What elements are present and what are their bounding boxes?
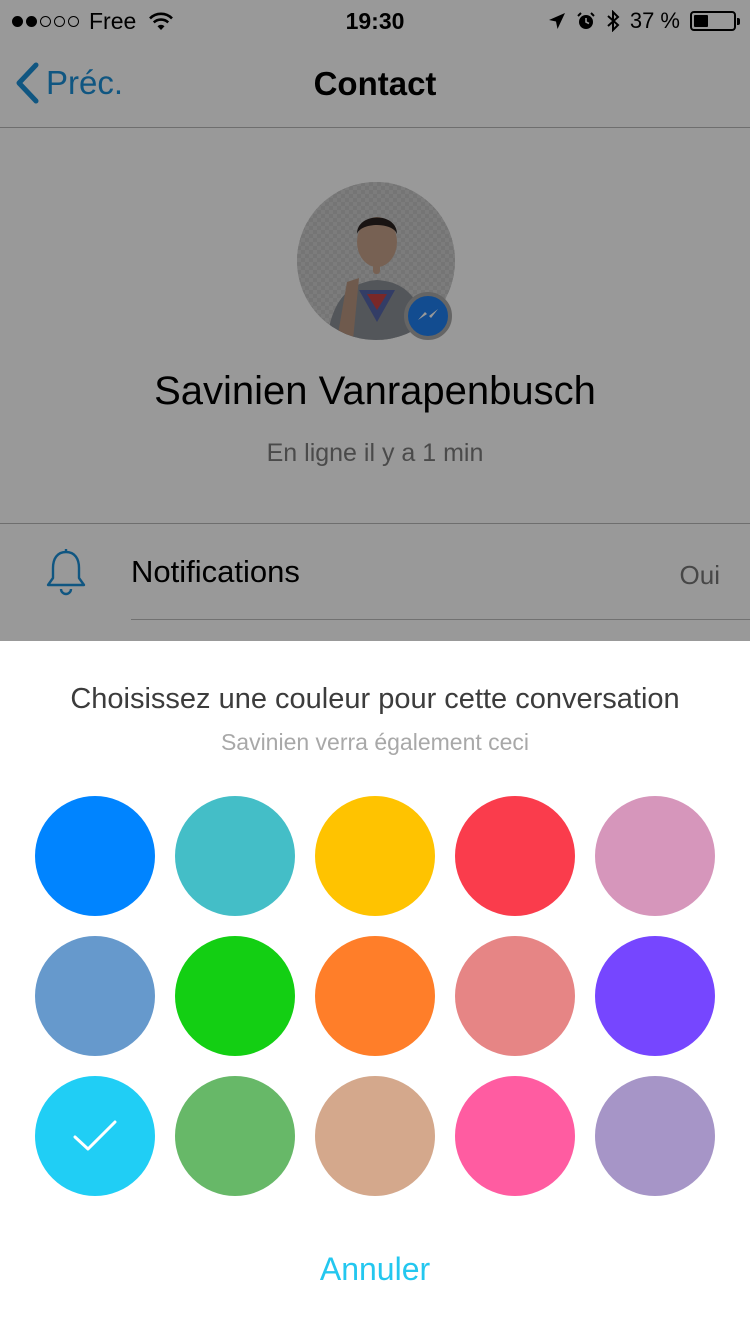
color-picker-sheet: Choisissez une couleur pour cette conver… xyxy=(0,641,750,1334)
color-swatch[interactable] xyxy=(595,936,715,1056)
cancel-button[interactable]: Annuler xyxy=(0,1251,750,1288)
sheet-title: Choisissez une couleur pour cette conver… xyxy=(70,683,680,715)
dim-overlay[interactable] xyxy=(0,0,750,641)
color-swatch[interactable] xyxy=(455,1076,575,1196)
color-swatch[interactable] xyxy=(455,936,575,1056)
color-swatch[interactable] xyxy=(595,796,715,916)
color-swatch[interactable] xyxy=(35,796,155,916)
sheet-subtitle: Savinien verra également ceci xyxy=(220,729,530,755)
color-swatch[interactable] xyxy=(35,936,155,1056)
checkmark-icon xyxy=(73,1120,117,1151)
color-swatch[interactable] xyxy=(315,1076,435,1196)
color-swatch[interactable] xyxy=(455,796,575,916)
color-swatch-grid xyxy=(35,796,715,1196)
color-swatch[interactable] xyxy=(175,1076,295,1196)
color-swatch[interactable] xyxy=(595,1076,715,1196)
color-swatch[interactable] xyxy=(315,936,435,1056)
color-swatch[interactable] xyxy=(175,936,295,1056)
color-swatch[interactable] xyxy=(35,1076,155,1196)
color-swatch[interactable] xyxy=(175,796,295,916)
color-swatch[interactable] xyxy=(315,796,435,916)
